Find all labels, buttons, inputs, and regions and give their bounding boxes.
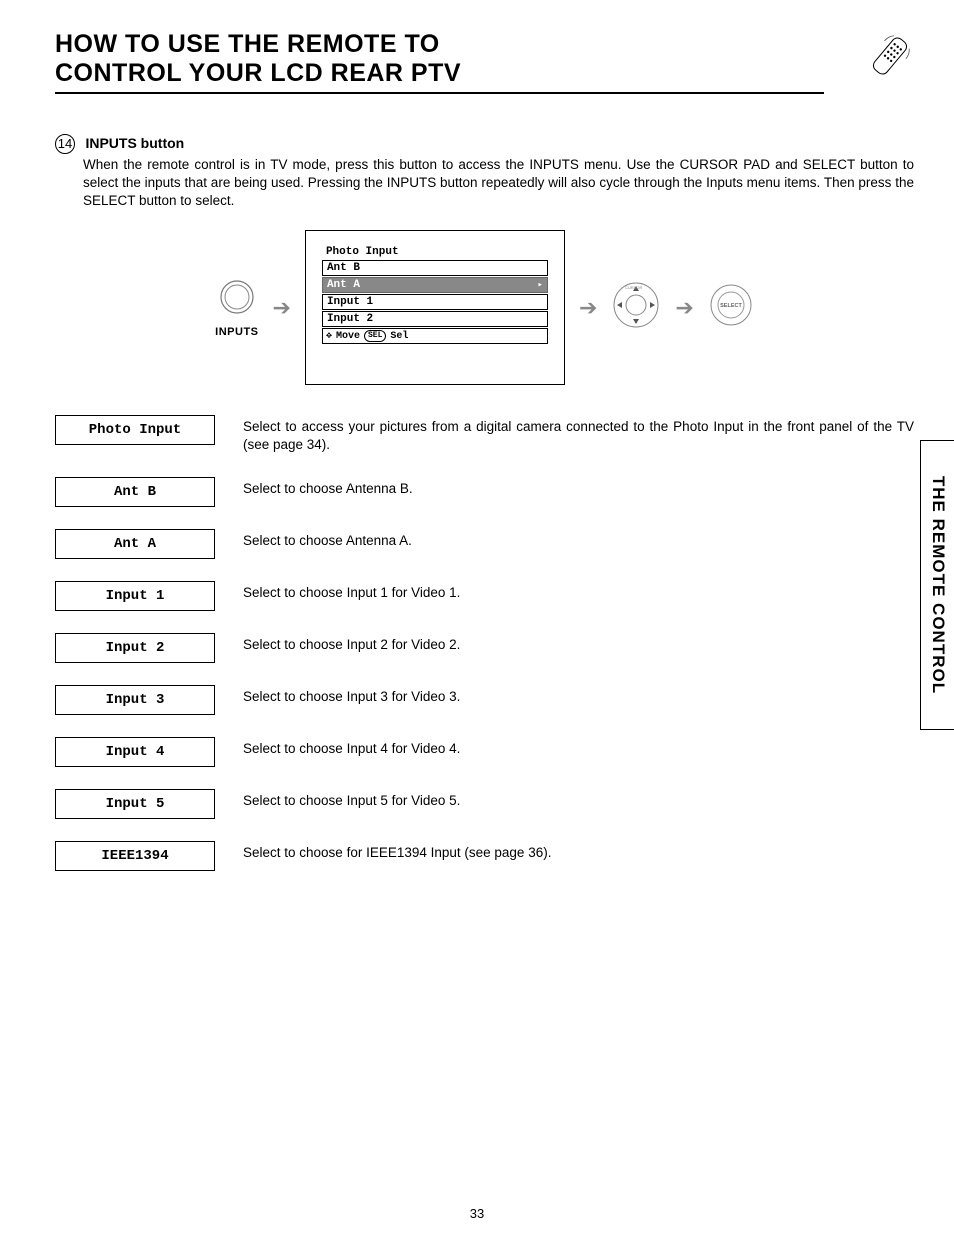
menu-item-1: Ant A▸	[322, 277, 548, 293]
def-desc: Select to choose Input 1 for Video 1.	[243, 581, 914, 602]
def-desc: Select to choose Input 5 for Video 5.	[243, 789, 914, 810]
def-row: Photo Input Select to access your picture…	[55, 415, 914, 454]
def-label: Input 4	[55, 737, 215, 767]
svg-text:SELECT: SELECT	[720, 303, 742, 309]
item-number-badge: 14	[55, 134, 75, 154]
menu-footer: ✥ Move SEL Sel	[322, 328, 548, 344]
inputs-button-label: INPUTS	[215, 326, 258, 338]
arrow-icon: ➔	[273, 295, 291, 321]
def-row: Ant A Select to choose Antenna A.	[55, 529, 914, 559]
diagram: INPUTS ➔ Photo Input Ant B Ant A▸ Input …	[55, 230, 914, 385]
arrow-icon: ➔	[579, 295, 597, 321]
def-row: IEEE1394 Select to choose for IEEE1394 In…	[55, 841, 914, 871]
nav-arrows-icon: ✥	[326, 330, 332, 342]
def-desc: Select to choose Input 3 for Video 3.	[243, 685, 914, 706]
def-desc: Select to choose Input 4 for Video 4.	[243, 737, 914, 758]
def-label: Input 2	[55, 633, 215, 663]
submenu-arrow-icon: ▸	[538, 280, 543, 290]
def-label: IEEE1394	[55, 841, 215, 871]
side-tab-text: THE REMOTE CONTROL	[928, 476, 948, 694]
def-desc: Select to choose Antenna B.	[243, 477, 914, 498]
sel-badge: SEL	[364, 330, 386, 342]
def-desc: Select to choose Input 2 for Video 2.	[243, 633, 914, 654]
arrow-icon: ➔	[675, 295, 693, 321]
section-14: 14 INPUTS button When the remote control…	[55, 134, 914, 211]
cursor-pad-icon: CURSOR	[611, 280, 661, 335]
section-side-tab: THE REMOTE CONTROL	[920, 440, 954, 730]
def-row: Input 5 Select to choose Input 5 for Vide…	[55, 789, 914, 819]
def-desc: Select to access your pictures from a di…	[243, 415, 914, 454]
def-row: Input 2 Select to choose Input 2 for Vide…	[55, 633, 914, 663]
def-label: Photo Input	[55, 415, 215, 445]
def-label: Input 1	[55, 581, 215, 611]
page-number: 33	[0, 1206, 954, 1221]
input-definitions-list: Photo Input Select to access your picture…	[55, 415, 914, 870]
def-label: Input 5	[55, 789, 215, 819]
def-label: Ant B	[55, 477, 215, 507]
menu-item-3: Input 2	[322, 311, 548, 327]
select-button-icon: SELECT	[708, 282, 754, 333]
inputs-menu-screen: Photo Input Ant B Ant A▸ Input 1 Input 2…	[305, 230, 565, 385]
def-label: Ant A	[55, 529, 215, 559]
def-row: Input 3 Select to choose Input 3 for Vide…	[55, 685, 914, 715]
def-label: Input 3	[55, 685, 215, 715]
def-row: Input 4 Select to choose Input 4 for Vide…	[55, 737, 914, 767]
def-desc: Select to choose for IEEE1394 Input (see…	[243, 841, 914, 862]
section-description: When the remote control is in TV mode, p…	[83, 156, 914, 211]
svg-text:CURSOR: CURSOR	[625, 285, 642, 290]
inputs-physical-button: INPUTS	[215, 277, 258, 338]
def-row: Input 1 Select to choose Input 1 for Vide…	[55, 581, 914, 611]
remote-illustration-icon	[866, 32, 914, 85]
menu-item-0: Ant B	[322, 260, 548, 276]
def-desc: Select to choose Antenna A.	[243, 529, 914, 550]
menu-title: Photo Input	[322, 245, 548, 259]
title-line1: HOW TO USE THE REMOTE TO	[55, 30, 824, 59]
def-row: Ant B Select to choose Antenna B.	[55, 477, 914, 507]
page-title: HOW TO USE THE REMOTE TO CONTROL YOUR LC…	[55, 30, 824, 94]
title-line2: CONTROL YOUR LCD REAR PTV	[55, 59, 824, 88]
section-heading: INPUTS button	[85, 135, 184, 151]
menu-item-2: Input 1	[322, 294, 548, 310]
